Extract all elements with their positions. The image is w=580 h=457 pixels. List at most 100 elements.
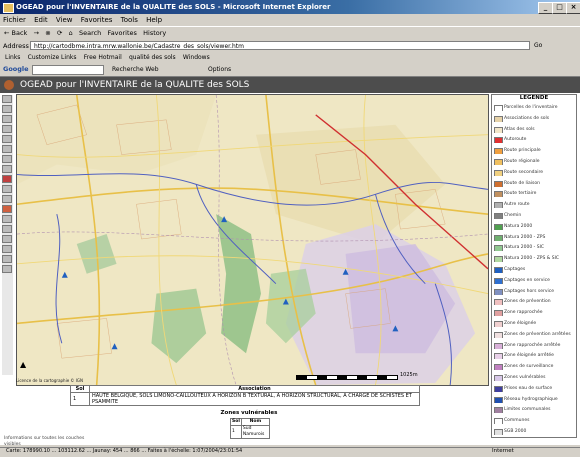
menu-view[interactable]: View: [53, 14, 76, 26]
menu-bar: Fichier Edit View Favorites Tools Help: [0, 14, 580, 26]
legend-label: Natura 2000 - ZPS & SIC: [504, 256, 560, 262]
back-button[interactable]: ← Back: [4, 27, 27, 40]
links-bar: Links Customize Links Free Hotmail quali…: [0, 52, 580, 63]
favorites-button[interactable]: Favorites: [108, 27, 137, 40]
close-button[interactable]: ×: [566, 2, 580, 14]
legend-item: Parcelles de l'inventaire: [494, 104, 576, 111]
identify-icon[interactable]: [2, 145, 12, 153]
clear-icon[interactable]: [2, 175, 12, 183]
search-button[interactable]: Search: [79, 27, 101, 40]
table-row[interactable]: 1 Sud Namurois: [230, 425, 271, 439]
print-icon[interactable]: [2, 215, 12, 223]
legend-swatch: [494, 105, 503, 111]
zoom-out-icon[interactable]: [2, 105, 12, 113]
help-icon[interactable]: [2, 255, 12, 263]
legend-swatch: [494, 353, 503, 360]
legend-label: Zones de surveillance: [504, 364, 554, 370]
legend-swatch: [494, 234, 503, 241]
legend-item: Réseau hydrographique: [494, 396, 576, 403]
measure-icon[interactable]: [2, 165, 12, 173]
legend-label: Réseau hydrographique: [504, 396, 558, 402]
refresh-map-icon[interactable]: [2, 265, 12, 273]
menu-favorites[interactable]: Favorites: [78, 14, 116, 26]
legend-label: Associations de sols: [504, 115, 550, 121]
legend-label: Parcelles de l'inventaire: [504, 105, 558, 110]
legend-swatch: [494, 267, 503, 273]
google-logo: Google: [3, 65, 29, 73]
query-icon[interactable]: [2, 185, 12, 193]
go-button[interactable]: Go: [534, 41, 558, 50]
legend-swatch: [494, 245, 503, 252]
layers-icon[interactable]: [2, 225, 12, 233]
legend-item: Natura 2000 - ZPS & SIC: [494, 255, 576, 263]
address-input[interactable]: http://cartodbme.intra.mrw.wallonie.be/C…: [30, 41, 530, 50]
select-icon[interactable]: [2, 155, 12, 163]
legend-swatch: [494, 137, 503, 144]
zones-cell-nom: Sud Namurois: [240, 425, 271, 439]
legend-title: LEGENDE: [519, 95, 549, 101]
home-button[interactable]: ⌂: [69, 27, 73, 40]
legend-item: Chemin: [494, 212, 576, 219]
zones-vulnerables-title: Zones vulnérables: [220, 410, 278, 416]
legend-swatch: [494, 396, 503, 403]
full-extent-icon[interactable]: [2, 125, 12, 133]
legend-item: Autoroute: [494, 136, 576, 144]
legend-swatch: [494, 364, 503, 371]
menu-edit[interactable]: Edit: [31, 14, 51, 26]
link-hotmail[interactable]: Free Hotmail: [84, 52, 122, 63]
buffer-icon[interactable]: [2, 195, 12, 203]
zoom-in-icon[interactable]: [2, 95, 12, 103]
map-view[interactable]: [16, 94, 489, 386]
legend-label: Zone éloignée arrêtée: [504, 353, 554, 359]
legend-label: Limites communales: [504, 407, 551, 413]
history-button[interactable]: History: [143, 27, 166, 40]
google-search-input[interactable]: [32, 65, 104, 75]
search-icon[interactable]: [2, 245, 12, 253]
legend-item: Captages: [494, 266, 576, 273]
legend-label: Natura 2000 - SIC: [504, 245, 545, 251]
minimize-button[interactable]: _: [538, 2, 553, 14]
forward-button[interactable]: →: [34, 27, 39, 40]
menu-file[interactable]: Fichier: [0, 14, 29, 26]
zones-header-row: Sol Nom: [230, 418, 271, 426]
legend-label: Prises eau de surface: [504, 385, 553, 391]
legend-swatch: [494, 331, 503, 338]
map-toolbar: [2, 95, 13, 375]
legend-item: Natura 2000 - ZPS: [494, 234, 576, 241]
legend-item: Communes: [494, 417, 576, 425]
legend-label: Natura 2000 - ZPS: [504, 234, 546, 240]
google-options-button[interactable]: Options: [208, 63, 231, 76]
legend-swatch: [494, 375, 503, 381]
menu-tools[interactable]: Tools: [118, 14, 141, 26]
app-logo: [4, 80, 14, 90]
menu-help[interactable]: Help: [143, 14, 165, 26]
legend-label: Atlas des sols: [504, 126, 535, 132]
google-search-button[interactable]: Recherche Web: [112, 63, 159, 76]
legend-item: Route tertiaire: [494, 190, 576, 198]
maximize-button[interactable]: □: [552, 2, 567, 14]
legend-item: Autre route: [494, 201, 576, 209]
results-table: Sol Association 1 HAUTE BELGIQUE, SOLS L…: [70, 385, 420, 406]
link-qualite-sols[interactable]: qualité des sols: [129, 52, 176, 63]
legend-item: Zones de prévention: [494, 298, 576, 306]
legend-swatch: [494, 310, 503, 317]
link-windows[interactable]: Windows: [183, 52, 210, 63]
table-row[interactable]: 1 HAUTE BELGIQUE, SOLS LIMONO-CAILLOUTEU…: [70, 392, 420, 406]
legend-item: Associations de sols: [494, 115, 576, 122]
locate-icon[interactable]: [2, 205, 12, 213]
ie-icon: [3, 3, 14, 13]
legend-swatch: [494, 126, 503, 133]
refresh-button[interactable]: ⟳: [57, 27, 62, 40]
pan-icon[interactable]: [2, 115, 12, 123]
overview-icon[interactable]: [2, 235, 12, 243]
legend-item: Captages en service: [494, 277, 576, 284]
address-label: Address: [3, 42, 29, 50]
stop-button[interactable]: ⊗: [45, 27, 50, 40]
zoom-previous-icon[interactable]: [2, 135, 12, 143]
legend-label: Zones vulnérables: [504, 375, 546, 380]
legend-label: Chemin: [504, 213, 522, 218]
legend-swatch: [494, 299, 503, 306]
link-customize[interactable]: Customize Links: [28, 52, 77, 63]
legend-item: Zone éloignée arrêtée: [494, 352, 576, 360]
legend-item: Route régionale: [494, 158, 576, 165]
